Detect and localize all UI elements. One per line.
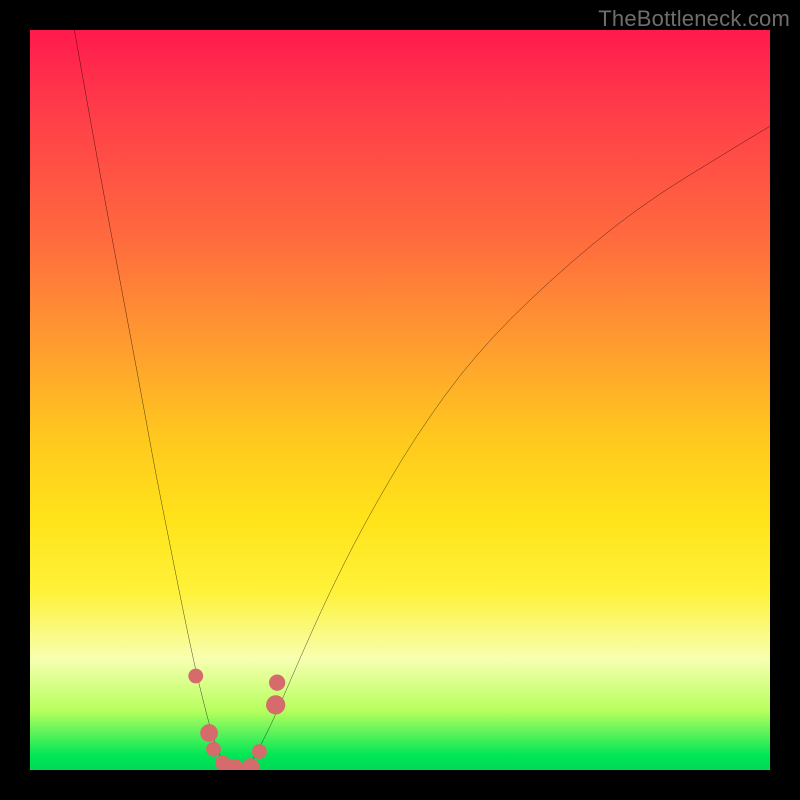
chart-frame: TheBottleneck.com	[0, 0, 800, 800]
data-marker	[252, 744, 267, 759]
data-marker	[266, 695, 285, 714]
data-marker	[200, 724, 218, 742]
curve-layer	[30, 30, 770, 770]
plot-area	[30, 30, 770, 770]
data-marker	[188, 669, 203, 684]
watermark-text: TheBottleneck.com	[598, 6, 790, 32]
data-marker	[206, 742, 221, 757]
data-marker	[269, 675, 285, 691]
data-marker	[242, 758, 260, 770]
bottleneck-curve	[74, 30, 770, 770]
